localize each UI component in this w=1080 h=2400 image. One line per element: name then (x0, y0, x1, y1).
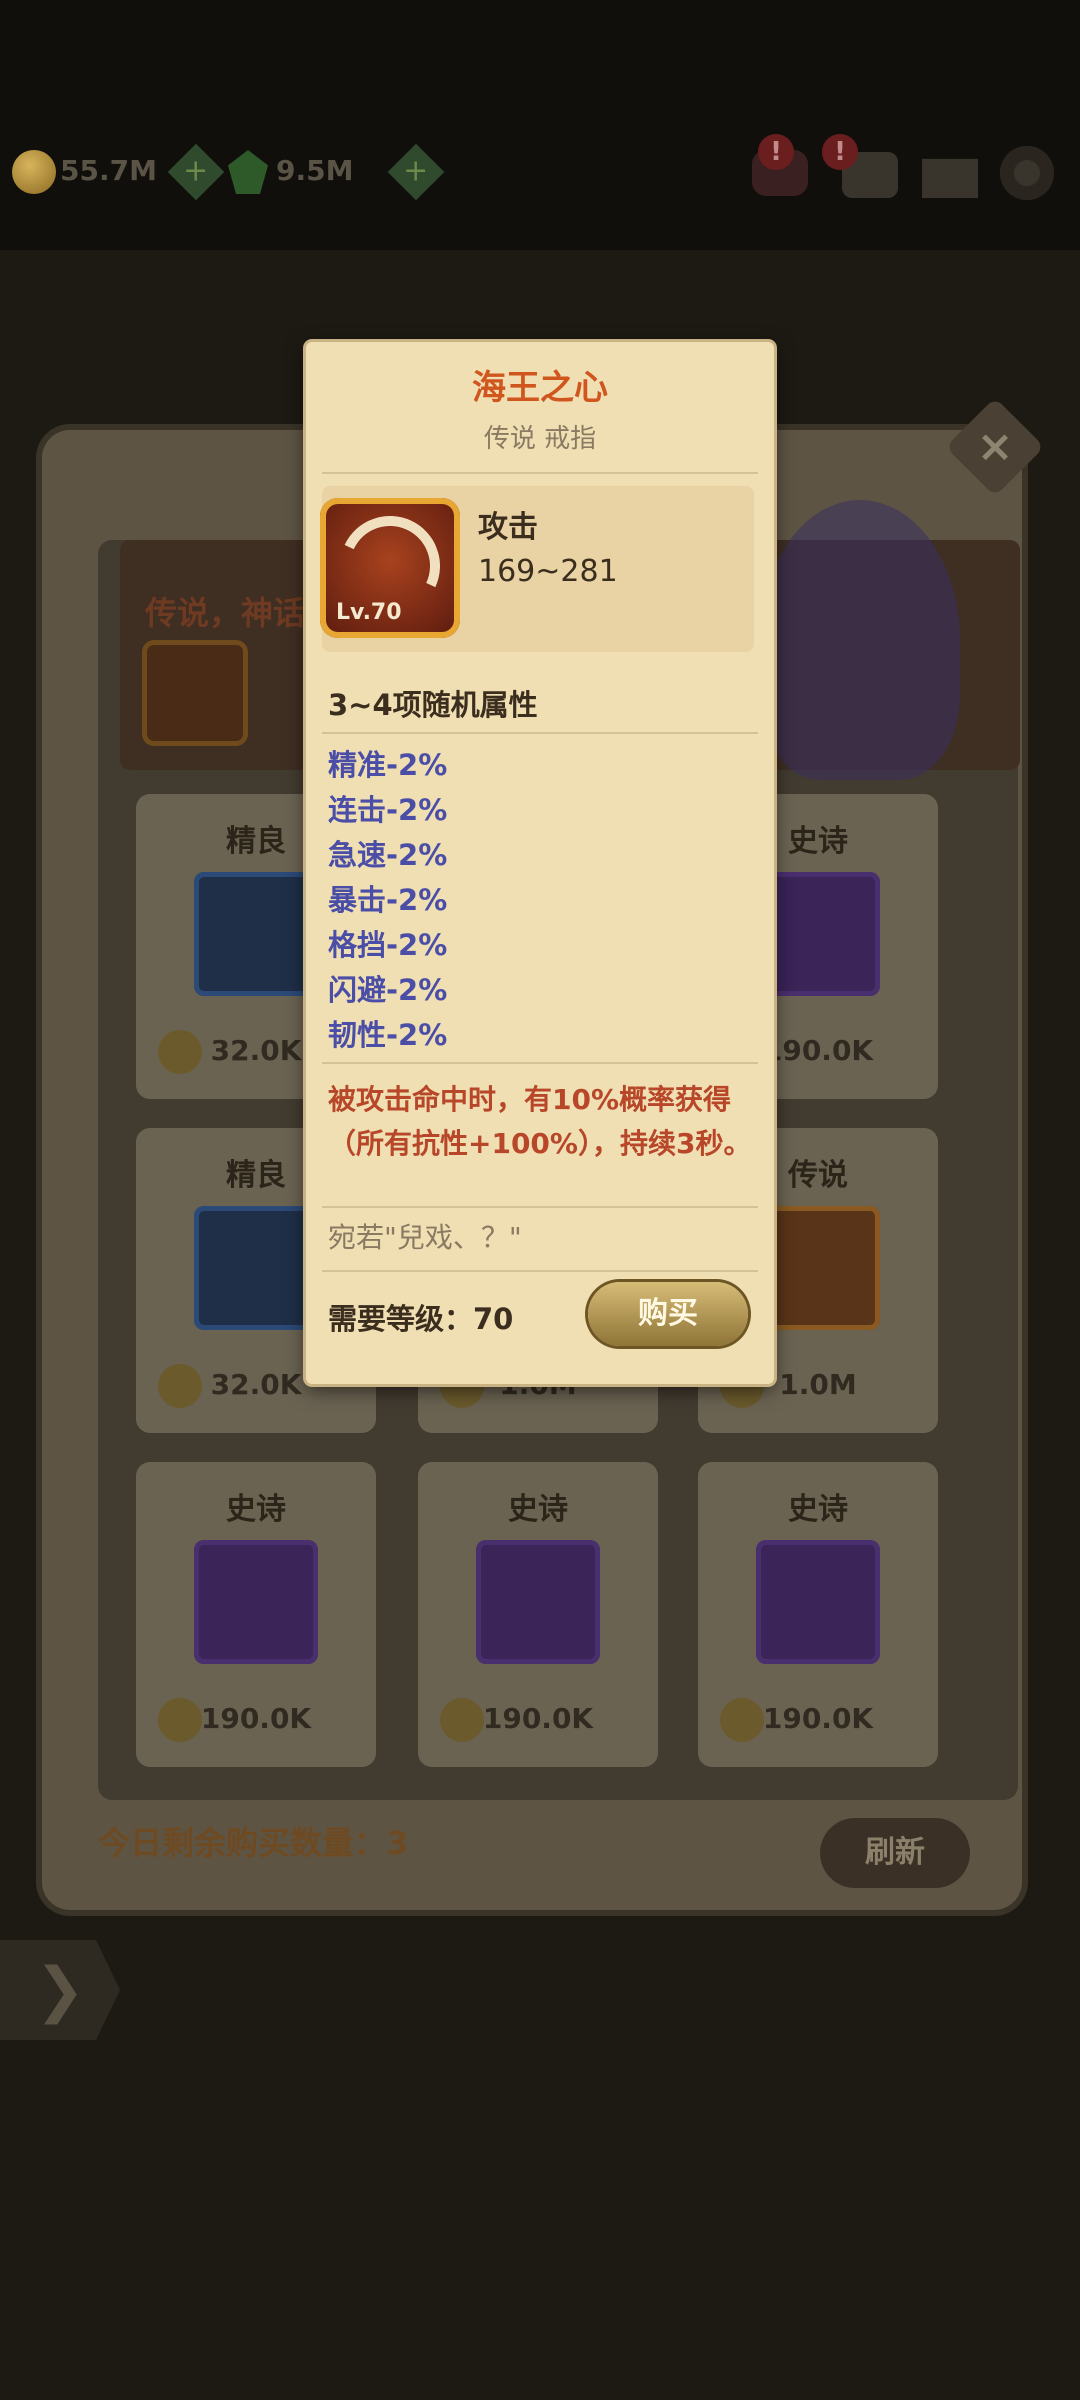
card-price: 190.0K (200, 1702, 312, 1735)
shop-card[interactable]: 史诗 190.0K (418, 1462, 658, 1767)
dagger-icon (476, 1540, 600, 1664)
staff-icon (756, 872, 880, 996)
close-icon: × (976, 421, 1014, 472)
refresh-button[interactable]: 刷新 (820, 1818, 970, 1888)
merchant-character-image (760, 500, 960, 780)
banner-item-icon (142, 640, 248, 746)
boots-icon (194, 1206, 318, 1330)
shop-card[interactable]: 史诗 190.0K (136, 1462, 376, 1767)
notification-badge: ! (758, 134, 794, 170)
weapon-icon (756, 1206, 880, 1330)
random-attributes-title: 3~4项随机属性 (328, 688, 538, 722)
card-price: 190.0K (762, 1702, 874, 1735)
divider (322, 1270, 758, 1272)
item-name: 海王之心 (472, 368, 608, 408)
divider (322, 1206, 758, 1208)
remaining-purchases-label: 今日剩余购买数量：3 (98, 1824, 409, 1862)
item-level: Lv.70 (336, 600, 402, 625)
top-status-bar (0, 0, 1080, 250)
sword-icon (756, 1540, 880, 1664)
card-rarity: 史诗 (788, 1492, 848, 1527)
special-effect-text: 被攻击命中时，有10%概率获得（所有抗性+100%），持续3秒。 (328, 1083, 752, 1160)
divider (322, 1062, 758, 1064)
card-rarity: 史诗 (508, 1492, 568, 1527)
attribute-line: 韧性-2% (328, 1018, 448, 1052)
settings-gear-icon[interactable] (1000, 146, 1054, 200)
attribute-line: 闪避-2% (328, 973, 448, 1007)
required-level: 需要等级：70 (328, 1302, 514, 1336)
divider (322, 472, 758, 474)
attribute-line: 连击-2% (328, 793, 448, 827)
buy-button[interactable]: 购买 (588, 1282, 748, 1346)
card-rarity: 史诗 (226, 1492, 286, 1527)
gold-amount: 55.7M (60, 154, 157, 187)
attribute-line: 急速-2% (328, 838, 448, 872)
boot-icon (194, 1540, 318, 1664)
close-button[interactable]: × (945, 397, 1045, 497)
back-arrow-icon[interactable]: ❯ (0, 1940, 120, 2040)
stat-name: 攻击 (478, 510, 538, 545)
gold-coin-icon (12, 150, 56, 194)
shop-card[interactable]: 史诗 190.0K (698, 1462, 938, 1767)
stat-value: 169~281 (478, 554, 618, 589)
halberd-icon (194, 872, 318, 996)
attribute-line: 精准-2% (328, 748, 448, 782)
item-type: 传说 戒指 (483, 424, 597, 454)
attribute-line: 格挡-2% (328, 928, 448, 962)
card-price: 190.0K (482, 1702, 594, 1735)
chat-notification-badge: ! (822, 134, 858, 170)
attribute-line: 暴击-2% (328, 883, 448, 917)
flavor-text: 宛若"兒戏、？" (328, 1221, 522, 1254)
divider (322, 732, 758, 734)
gem-amount: 9.5M (276, 154, 354, 187)
banner-text: 传说，神话 (145, 594, 306, 632)
